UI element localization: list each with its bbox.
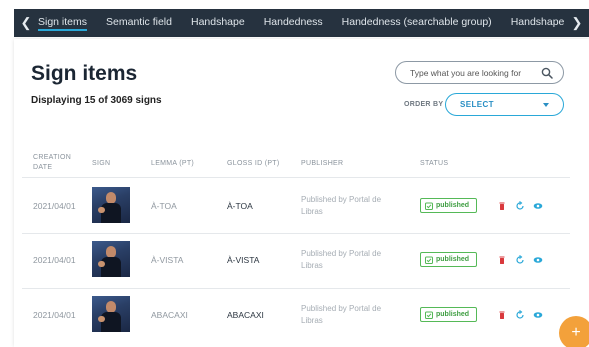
nav-tabs: Sign items Semantic field Handshape Hand…: [38, 16, 565, 31]
status-text: published: [436, 256, 470, 263]
header-publisher: PUBLISHER: [301, 160, 344, 167]
sign-video-thumbnail[interactable]: [92, 296, 130, 332]
search-input[interactable]: [410, 67, 541, 78]
row-publisher: Published by Portal de Libras: [301, 304, 382, 325]
row-creation-date: 2021/04/01: [33, 310, 76, 320]
row-publisher: Published by Portal de Libras: [301, 249, 382, 270]
header-gloss-id[interactable]: GLOSS ID (PT): [227, 159, 280, 169]
tab-sign-items[interactable]: Sign items: [38, 16, 88, 31]
header-lemma[interactable]: LEMMA (PT): [151, 159, 194, 169]
thumbnail-hand: [98, 207, 105, 213]
chevron-right-icon[interactable]: ❯: [565, 15, 589, 31]
table-row: 2021/04/01 À-VISTA À-VISTA Published by …: [0, 233, 589, 289]
table-row: 2021/04/01 À-TOA À-TOA Published by Port…: [0, 177, 589, 233]
search-box: [395, 61, 564, 84]
header-sign: SIGN: [92, 160, 111, 167]
status-text: published: [436, 311, 470, 318]
header-creation-date[interactable]: CREATION DATE: [33, 153, 71, 173]
header-status: STATUS: [420, 160, 449, 167]
thumbnail-hand: [98, 261, 105, 267]
tab-handedness[interactable]: Handedness: [264, 16, 323, 31]
order-by-selected-value: SELECT: [460, 100, 494, 109]
published-icon: [425, 256, 433, 264]
status-badge: published: [420, 252, 477, 267]
delete-icon[interactable]: [497, 310, 507, 320]
sync-icon[interactable]: [515, 201, 525, 211]
sign-video-thumbnail[interactable]: [92, 187, 130, 223]
row-gloss-id: À-VISTA: [227, 255, 260, 265]
view-eye-icon[interactable]: [533, 255, 543, 265]
sync-icon[interactable]: [515, 255, 525, 265]
tab-handshape[interactable]: Handshape: [191, 16, 245, 31]
row-lemma: À-TOA: [151, 201, 177, 211]
tab-handshape-2[interactable]: Handshape: [511, 16, 565, 31]
search-icon[interactable]: [541, 67, 553, 79]
row-creation-date: 2021/04/01: [33, 255, 76, 265]
thumbnail-torso: [101, 312, 121, 332]
add-sign-button[interactable]: +: [559, 316, 589, 347]
row-lemma: ABACAXI: [151, 310, 188, 320]
tab-semantic-field[interactable]: Semantic field: [106, 16, 172, 31]
results-count: Displaying 15 of 3069 signs: [31, 95, 162, 106]
status-badge: published: [420, 198, 477, 213]
header-creation-date-line2: DATE: [33, 164, 53, 171]
caret-down-icon: [543, 102, 549, 107]
view-eye-icon[interactable]: [533, 201, 543, 211]
published-icon: [425, 311, 433, 319]
row-gloss-id: À-TOA: [227, 201, 253, 211]
row-publisher: Published by Portal de Libras: [301, 195, 382, 216]
top-nav-bar: ❮ Sign items Semantic field Handshape Ha…: [14, 9, 589, 37]
status-text: published: [436, 202, 470, 209]
row-lemma: À-VISTA: [151, 255, 184, 265]
delete-icon[interactable]: [497, 201, 507, 211]
order-by-label: ORDER BY: [404, 101, 444, 108]
view-eye-icon[interactable]: [533, 310, 543, 320]
status-badge: published: [420, 307, 477, 322]
row-creation-date: 2021/04/01: [33, 201, 76, 211]
sign-video-thumbnail[interactable]: [92, 241, 130, 277]
thumbnail-hand: [98, 316, 105, 322]
table-row: 2021/04/01 ABACAXI ABACAXI Published by …: [0, 288, 589, 344]
row-gloss-id: ABACAXI: [227, 310, 264, 320]
thumbnail-torso: [101, 257, 121, 277]
page-title: Sign items: [31, 62, 138, 85]
tab-handedness-searchable-group[interactable]: Handedness (searchable group): [342, 16, 492, 31]
sync-icon[interactable]: [515, 310, 525, 320]
chevron-left-icon[interactable]: ❮: [14, 15, 38, 31]
thumbnail-torso: [101, 203, 121, 223]
header-creation-date-line1: CREATION: [33, 154, 72, 161]
delete-icon[interactable]: [497, 255, 507, 265]
published-icon: [425, 202, 433, 210]
order-by-select[interactable]: SELECT: [445, 93, 564, 116]
